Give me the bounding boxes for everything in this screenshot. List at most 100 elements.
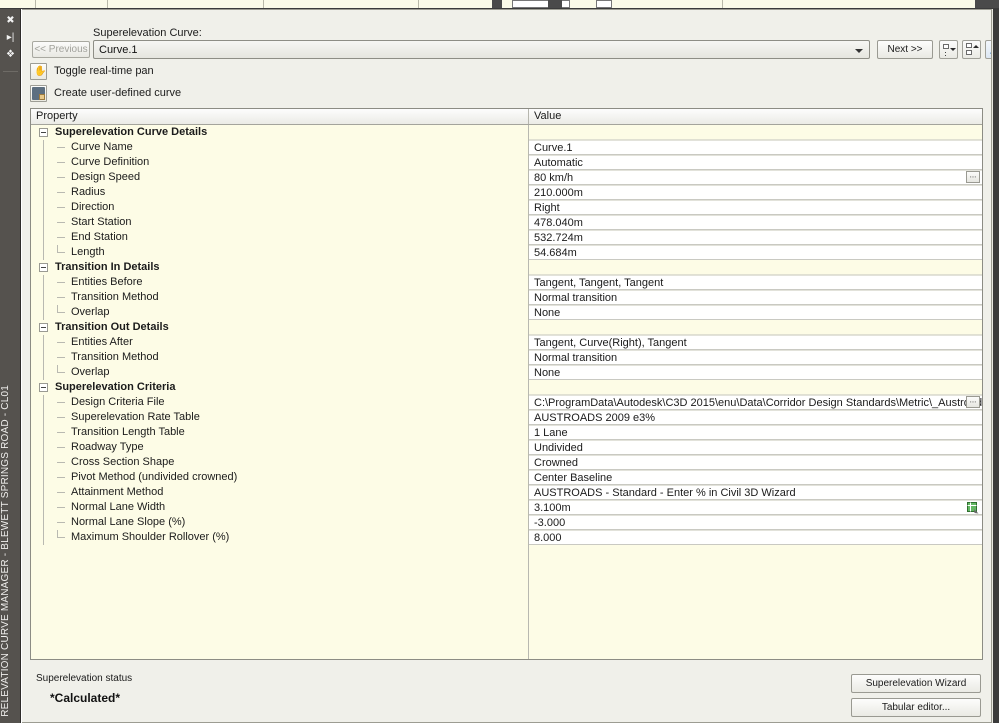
value-table-editor-icon[interactable] <box>967 501 979 514</box>
property-row[interactable]: Direction Right <box>31 200 982 215</box>
property-row[interactable]: Design Criteria File C:\ProgramData\Autod… <box>31 395 982 410</box>
zoom-to-curve-icon[interactable] <box>985 40 991 59</box>
property-label: Radius <box>71 186 106 198</box>
property-value[interactable]: AUSTROADS 2009 e3% <box>529 410 982 425</box>
property-value[interactable] <box>529 320 982 335</box>
property-value[interactable]: 8.000 <box>529 530 982 545</box>
property-row[interactable]: Maximum Shoulder Rollover (%) 8.000 <box>31 530 982 545</box>
property-label: Design Speed <box>71 171 141 183</box>
property-value[interactable]: 478.040m <box>529 215 982 230</box>
property-row[interactable]: Roadway Type Undivided <box>31 440 982 455</box>
property-label: Transition In Details <box>55 261 160 273</box>
property-label: Length <box>71 246 105 258</box>
panel-title-bar-vertical: ✖ ▸| ❖ RELEVATION CURVE MANAGER - BLEWET… <box>0 9 21 723</box>
property-row[interactable]: Design Speed 80 km/h ∙∙∙ <box>31 170 982 185</box>
auto-hide-pin-icon[interactable]: ▸| <box>2 29 19 46</box>
property-value[interactable]: 1 Lane <box>529 425 982 440</box>
property-value[interactable]: 210.000m <box>529 185 982 200</box>
property-value[interactable] <box>529 380 982 395</box>
curve-select-value: Curve.1 <box>99 44 138 56</box>
property-value[interactable]: Curve.1 <box>529 140 982 155</box>
create-user-defined-curve-label: Create user-defined curve <box>54 87 182 99</box>
superelevation-status-value: *Calculated* <box>50 691 121 705</box>
curve-select-dropdown[interactable]: Curve.1 <box>93 40 870 59</box>
property-value[interactable]: Normal transition <box>529 290 982 305</box>
property-value[interactable]: None <box>529 365 982 380</box>
superelevation-wizard-button[interactable]: Superelevation Wizard <box>851 674 981 693</box>
property-row[interactable]: Curve Name Curve.1 <box>31 140 982 155</box>
property-value[interactable]: -3.000 <box>529 515 982 530</box>
property-row[interactable]: Transition Method Normal transition <box>31 290 982 305</box>
property-label: End Station <box>71 231 128 243</box>
property-group-row[interactable]: Transition In Details <box>31 260 982 275</box>
property-row[interactable]: Entities After Tangent, Curve(Right), Tan… <box>31 335 982 350</box>
property-label: Transition Method <box>71 291 159 303</box>
property-group-row[interactable]: Transition Out Details <box>31 320 982 335</box>
title-bar-divider <box>3 71 18 72</box>
hand-pan-icon: ✋ <box>30 62 47 80</box>
properties-icon[interactable]: ❖ <box>2 46 19 63</box>
property-label: Roadway Type <box>71 441 144 453</box>
property-label: Entities Before <box>71 276 143 288</box>
property-value[interactable]: 3.100m <box>529 500 982 515</box>
property-value[interactable]: AUSTROADS - Standard - Enter % in Civil … <box>529 485 982 500</box>
property-value[interactable] <box>529 125 982 140</box>
property-row[interactable]: Transition Method Normal transition <box>31 350 982 365</box>
collapse-all-icon[interactable] <box>962 40 981 59</box>
column-header-property[interactable]: Property <box>31 109 528 124</box>
property-value[interactable]: Tangent, Curve(Right), Tangent <box>529 335 982 350</box>
previous-button[interactable]: << Previous <box>32 41 90 58</box>
column-header-value[interactable]: Value <box>528 109 982 124</box>
property-label: Superelevation Criteria <box>55 381 176 393</box>
property-value[interactable]: 80 km/h <box>529 170 982 185</box>
property-label: Curve Definition <box>71 156 150 168</box>
property-row[interactable]: Curve Definition Automatic <box>31 155 982 170</box>
property-value[interactable]: Crowned <box>529 455 982 470</box>
property-row[interactable]: Entities Before Tangent, Tangent, Tangent <box>31 275 982 290</box>
property-value[interactable] <box>529 260 982 275</box>
chevron-down-icon <box>855 49 863 53</box>
property-value[interactable]: C:\ProgramData\Autodesk\C3D 2015\enu\Dat… <box>529 395 982 410</box>
property-row[interactable]: Transition Length Table 1 Lane <box>31 425 982 440</box>
property-label: Maximum Shoulder Rollover (%) <box>71 531 230 543</box>
property-grid: Property Value Superelevation Curve Deta… <box>30 108 983 660</box>
property-row[interactable]: Cross Section Shape Crowned <box>31 455 982 470</box>
property-label: Pivot Method (undivided crowned) <box>71 471 238 483</box>
property-value[interactable]: Undivided <box>529 440 982 455</box>
panel-title-text: RELEVATION CURVE MANAGER - BLEWETT SPRIN… <box>0 385 11 717</box>
next-button[interactable]: Next >> <box>877 40 933 59</box>
property-row[interactable]: Normal Lane Slope (%) -3.000 <box>31 515 982 530</box>
property-row[interactable]: Pivot Method (undivided crowned) Center B… <box>31 470 982 485</box>
property-group-row[interactable]: Superelevation Curve Details <box>31 125 982 140</box>
property-row[interactable]: Start Station 478.040m <box>31 215 982 230</box>
close-icon[interactable]: ✖ <box>2 12 19 29</box>
property-value[interactable]: Center Baseline <box>529 470 982 485</box>
property-row[interactable]: Length 54.684m <box>31 245 982 260</box>
property-row[interactable]: Radius 210.000m <box>31 185 982 200</box>
property-value[interactable]: Automatic <box>529 155 982 170</box>
property-row[interactable]: Overlap None <box>31 365 982 380</box>
property-row[interactable]: End Station 532.724m <box>31 230 982 245</box>
tabular-editor-button[interactable]: Tabular editor... <box>851 698 981 717</box>
property-row[interactable]: Overlap None <box>31 305 982 320</box>
blue-triangle-glyph <box>990 51 991 54</box>
property-row[interactable]: Attainment Method AUSTROADS - Standard - … <box>31 485 982 500</box>
property-value[interactable]: Tangent, Tangent, Tangent <box>529 275 982 290</box>
property-value[interactable]: Normal transition <box>529 350 982 365</box>
value-browse-ellipsis-button[interactable]: ∙∙∙ <box>966 396 980 408</box>
property-label: Curve Name <box>71 141 133 153</box>
property-row[interactable]: Superelevation Rate Table AUSTROADS 2009 … <box>31 410 982 425</box>
property-label: Transition Out Details <box>55 321 169 333</box>
property-group-row[interactable]: Superelevation Criteria <box>31 380 982 395</box>
value-browse-ellipsis-button[interactable]: ∙∙∙ <box>966 171 980 183</box>
property-value[interactable]: 532.724m <box>529 230 982 245</box>
create-user-defined-curve-command[interactable]: Create user-defined curve <box>30 83 181 103</box>
toggle-real-time-pan-command[interactable]: ✋ Toggle real-time pan <box>30 61 154 81</box>
property-row[interactable]: Normal Lane Width 3.100m <box>31 500 982 515</box>
property-value[interactable]: Right <box>529 200 982 215</box>
expand-all-dropdown-icon[interactable] <box>939 40 958 59</box>
property-value[interactable]: 54.684m <box>529 245 982 260</box>
property-label: Entities After <box>71 336 133 348</box>
property-value[interactable]: None <box>529 305 982 320</box>
right-window-edge <box>993 9 999 723</box>
